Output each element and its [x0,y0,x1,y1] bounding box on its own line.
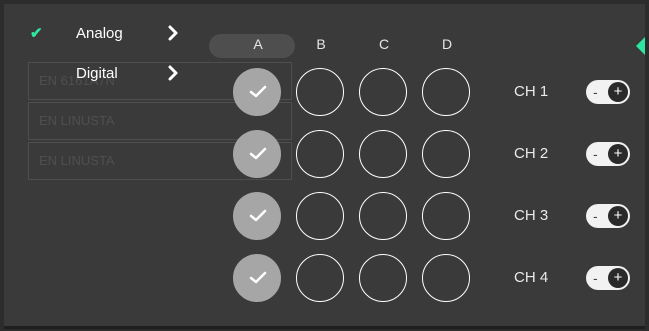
grid-cell-ch3-c[interactable] [359,192,407,240]
grid-cell-ch1-a[interactable] [233,68,281,116]
minus-icon: - [593,84,598,100]
grid-cell-ch4-a[interactable] [233,254,281,302]
grid-cell-ch2-d[interactable] [422,130,470,178]
menu-item-digital[interactable]: Digital [4,58,204,88]
grid-cell-ch3-d[interactable] [422,192,470,240]
grid-cell-ch2-c[interactable] [359,130,407,178]
panel-collapse-tab[interactable] [636,32,645,60]
channel-toggle-ch2[interactable]: - + [586,142,630,166]
grid-cell-ch1-b[interactable] [296,68,344,116]
plus-icon: + [608,206,628,226]
plus-icon: + [608,82,628,102]
channel-label: CH 4 [514,269,549,286]
channel-toggle-ch3[interactable]: - + [586,204,630,228]
grid-cell-ch3-b[interactable] [296,192,344,240]
grid-cell-ch4-b[interactable] [296,254,344,302]
grid-cell-ch4-d[interactable] [422,254,470,302]
chevron-right-icon [164,64,182,82]
grid-cell-ch4-c[interactable] [359,254,407,302]
menu-item-label: Digital [76,64,118,82]
grid-cell-ch1-c[interactable] [359,68,407,116]
minus-icon: - [593,208,598,224]
grid-cell-ch3-a[interactable] [233,192,281,240]
grid-cell-ch1-d[interactable] [422,68,470,116]
column-header-b: B [316,36,326,52]
checkmark-icon [249,85,267,98]
checkmark-icon [249,209,267,222]
channel-label: CH 3 [514,207,549,224]
plus-icon: + [608,144,628,164]
channel-toggle-ch1[interactable]: - + [586,80,630,104]
chevron-right-icon [164,24,182,42]
column-header-a: A [253,36,263,52]
minus-icon: - [593,146,598,162]
menu-item-analog[interactable]: ✔ Analog [4,18,204,48]
checkmark-icon [249,147,267,160]
channel-label: CH 2 [514,145,549,162]
check-icon: ✔ [30,25,43,42]
channel-toggle-ch4[interactable]: - + [586,266,630,290]
minus-icon: - [593,270,598,286]
plus-icon: + [608,268,628,288]
channel-label: CH 1 [514,83,549,100]
menu-item-label: Analog [76,24,123,42]
grid-cell-ch2-a[interactable] [233,130,281,178]
app-panel: EN 6161A7N EN LINUSTA EN LINUSTA ✔ Analo… [4,4,645,329]
grid-cell-ch2-b[interactable] [296,130,344,178]
column-header-c: C [378,36,390,52]
checkmark-icon [249,271,267,284]
column-header-d: D [441,36,453,52]
